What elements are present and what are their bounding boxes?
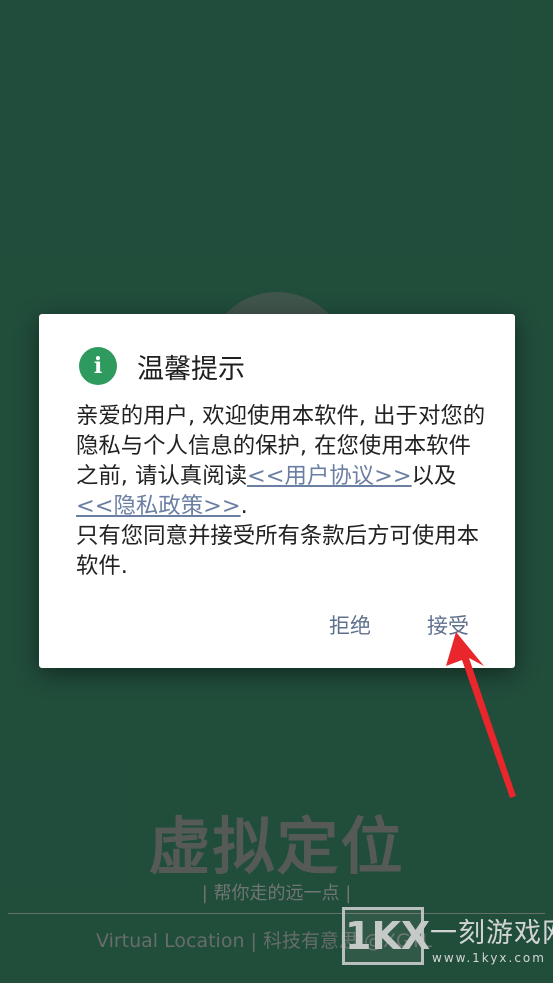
info-icon: i	[79, 347, 117, 385]
annotation-arrow-icon	[446, 632, 516, 798]
privacy-policy-link[interactable]: <<隐私政策>>	[76, 493, 241, 519]
message-middle: 以及	[411, 463, 457, 489]
dialog-message: 亲爱的用户, 欢迎使用本软件, 出于对您的隐私与个人信息的保护, 在您使用本软件…	[76, 401, 486, 581]
user-agreement-link[interactable]: <<用户协议>>	[247, 463, 412, 489]
app-screen: 虚拟定位 | 帮你走的远一点 | Virtual Location | 科技有意…	[0, 0, 553, 983]
dialog-title: 温馨提示	[137, 353, 245, 385]
message-suffix: .	[240, 493, 248, 519]
reject-button[interactable]: 拒绝	[329, 610, 371, 640]
message-second-paragraph: 只有您同意并接受所有条款后方可使用本软件.	[76, 523, 480, 579]
privacy-dialog: i 温馨提示 亲爱的用户, 欢迎使用本软件, 出于对您的隐私与个人信息的保护, …	[39, 314, 515, 668]
dialog-header: i 温馨提示	[79, 346, 245, 386]
